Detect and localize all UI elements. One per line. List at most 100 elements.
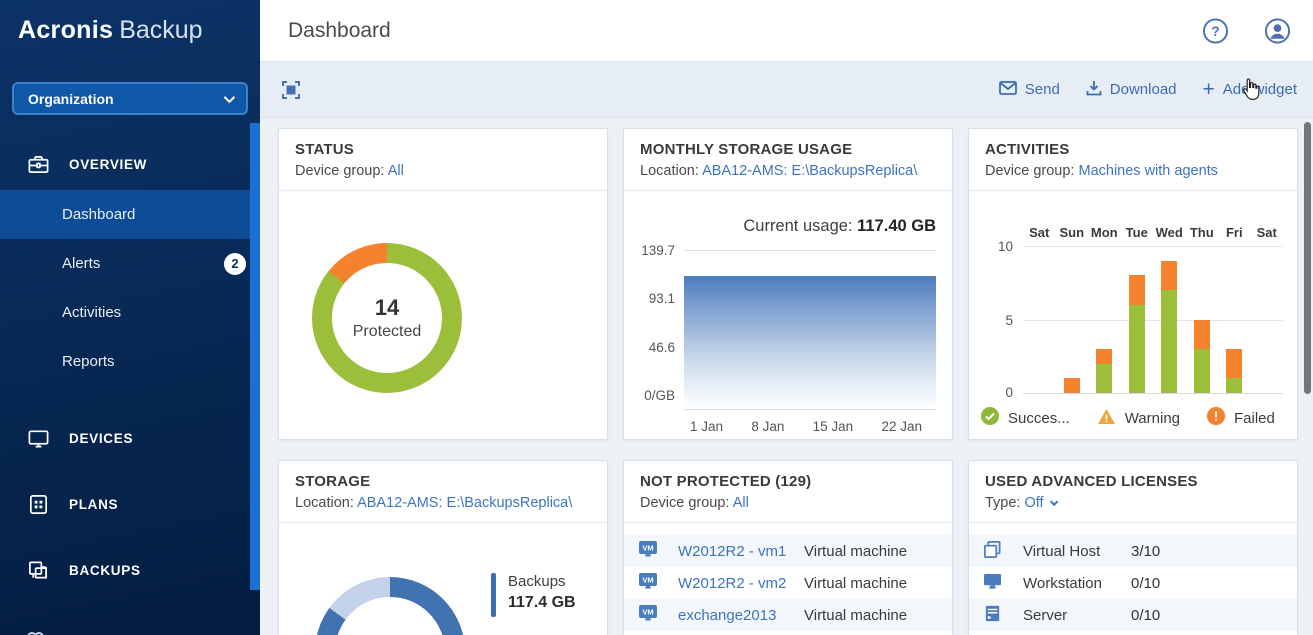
backups-icon xyxy=(27,559,50,582)
plans-icon xyxy=(27,493,50,516)
day-label: Tue xyxy=(1125,225,1148,240)
activity-bar-5 xyxy=(1193,246,1210,393)
licenses-subtitle: Type: Off xyxy=(985,495,1281,511)
activities-widget: ACTIVITIES Device group: Machines with a… xyxy=(968,128,1298,440)
acronis-backup-app: Acronis Backup Organization OVERVIEW Dash… xyxy=(0,0,1313,635)
sidebar-item-alerts[interactable]: Alerts 2 xyxy=(0,239,260,288)
overview-icon xyxy=(27,153,50,176)
status-widget: STATUS Device group: All 14 Protected xyxy=(278,128,716,440)
day-label: Mon xyxy=(1090,225,1118,240)
current-usage-value: 117.40 GB xyxy=(857,217,936,235)
not-protected-list: VM W2012R2 - vm1 Virtual machine VM W201… xyxy=(624,523,952,631)
activity-bar-7 xyxy=(1259,246,1275,393)
location-link[interactable]: ABA12-AMS: E:\BackupsReplica\ xyxy=(702,163,917,179)
sidebar-item-label: Reports xyxy=(62,353,115,370)
storage-title: STORAGE xyxy=(295,473,371,490)
sidebar-item-label: BACKUPS xyxy=(69,562,141,578)
day-label: Sat xyxy=(1029,225,1050,240)
page-scrollbar[interactable] xyxy=(1304,122,1311,394)
add-widget-button[interactable]: + Add widget xyxy=(1202,77,1297,101)
sidebar-item-backups[interactable]: BACKUPS xyxy=(0,544,260,596)
license-row[interactable]: Virtual Host 3/10 xyxy=(969,535,1297,567)
failed-circle-icon xyxy=(1207,407,1226,429)
devices-icon xyxy=(27,427,50,450)
location-link[interactable]: ABA12-AMS: E:\BackupsReplica\ xyxy=(357,495,572,511)
sidebar-item-label: DEVICES xyxy=(69,430,134,446)
activities-bars xyxy=(1023,246,1283,393)
storage-area xyxy=(684,276,936,409)
legend-failed[interactable]: Failed xyxy=(1207,407,1275,429)
protected-label: Protected xyxy=(352,323,422,340)
sidebar-item-dashboard[interactable]: Dashboard xyxy=(0,190,260,239)
machine-row[interactable]: VM exchange2013 Virtual machine xyxy=(624,599,952,631)
machine-row[interactable]: VM W2012R2 - vm2 Virtual machine xyxy=(624,567,952,599)
chevron-down-icon xyxy=(223,91,236,103)
machine-row[interactable]: VM W2012R2 - vm1 Virtual machine xyxy=(624,535,952,567)
envelope-icon xyxy=(998,80,1017,99)
legend-warning[interactable]: Warning xyxy=(1097,408,1180,429)
sidebar-item-label: Activities xyxy=(62,304,122,321)
protected-count: 14 xyxy=(374,295,400,320)
monthly-storage-title: MONTHLY STORAGE USAGE xyxy=(640,141,853,158)
sidebar-item-reports[interactable]: Reports xyxy=(0,337,260,386)
backups-value: 117.4 GB xyxy=(508,594,576,611)
sidebar-item-label: PLANS xyxy=(69,496,119,512)
activity-bar-1 xyxy=(1063,246,1080,393)
help-button[interactable]: ? xyxy=(1202,17,1229,44)
license-row[interactable]: Server 0/10 xyxy=(969,599,1297,631)
status-title: STATUS xyxy=(295,141,354,158)
sidebar-item-devices[interactable]: DEVICES xyxy=(0,412,260,464)
activities-legend: Succes... Warning Failed xyxy=(981,407,1297,429)
sidebar-item-plans[interactable]: PLANS xyxy=(0,478,260,530)
type-filter-link[interactable]: Off xyxy=(1025,495,1044,511)
activity-bar-0 xyxy=(1031,246,1047,393)
success-circle-icon xyxy=(981,407,999,429)
licenses-title: USED ADVANCED LICENSES xyxy=(985,473,1198,490)
sidebar: Acronis Backup Organization OVERVIEW Dash… xyxy=(0,0,260,635)
page-header: Dashboard ? xyxy=(260,0,1313,62)
add-widget-label: Add widget xyxy=(1222,81,1297,98)
sidebar-scrollbar[interactable] xyxy=(250,123,260,590)
plus-icon: + xyxy=(1202,77,1215,101)
user-account-button[interactable] xyxy=(1264,17,1291,44)
organization-selector[interactable]: Organization xyxy=(12,82,248,115)
sidebar-item-label: Dashboard xyxy=(62,206,136,223)
brand-bold: Acronis xyxy=(18,16,114,44)
more-icon xyxy=(27,629,51,635)
svg-text:VM: VM xyxy=(642,544,653,553)
licenses-widget: USED ADVANCED LICENSES Type: Off Virtual… xyxy=(968,460,1298,635)
alerts-count-badge: 2 xyxy=(224,252,246,275)
sidebar-item-overview[interactable]: OVERVIEW xyxy=(0,138,260,190)
activities-chart: 10 5 0 xyxy=(998,239,1283,400)
send-button[interactable]: Send xyxy=(998,80,1060,99)
sidebar-item-activities[interactable]: Activities xyxy=(0,288,260,337)
svg-text:?: ? xyxy=(1211,23,1219,38)
chevron-down-icon xyxy=(1049,497,1058,507)
vm-icon: VM xyxy=(638,572,678,594)
storage-subtitle: Location: ABA12-AMS: E:\BackupsReplica\ xyxy=(295,495,573,511)
device-group-link[interactable]: Machines with agents xyxy=(1079,163,1218,179)
download-button[interactable]: Download xyxy=(1086,80,1177,100)
legend-succeeded[interactable]: Succes... xyxy=(981,407,1070,429)
backups-label: Backups xyxy=(508,573,566,590)
activity-bar-2 xyxy=(1096,246,1113,393)
activity-bar-6 xyxy=(1226,246,1243,393)
device-group-link[interactable]: All xyxy=(388,163,404,179)
main-area: Dashboard ? Send Download + Add widget S… xyxy=(260,0,1313,635)
download-icon xyxy=(1086,80,1102,100)
organization-selector-label: Organization xyxy=(28,90,114,107)
not-protected-widget: NOT PROTECTED (129) Device group: All VM… xyxy=(623,460,953,635)
vm-icon: VM xyxy=(638,540,678,562)
server-icon xyxy=(983,604,1023,627)
day-label: Sun xyxy=(1059,225,1085,240)
status-subtitle: Device group: All xyxy=(295,163,404,179)
license-row[interactable]: Workstation 0/10 xyxy=(969,567,1297,599)
activities-title: ACTIVITIES xyxy=(985,141,1070,158)
fullscreen-button[interactable] xyxy=(282,80,300,99)
device-group-link[interactable]: All xyxy=(733,495,749,511)
dashboard-content: STATUS Device group: All 14 Protected MO… xyxy=(260,118,1313,635)
sidebar-item-label: Alerts xyxy=(62,255,101,272)
warning-triangle-icon xyxy=(1097,408,1116,429)
dashboard-toolbar: Send Download + Add widget xyxy=(260,62,1313,118)
activity-bar-4 xyxy=(1161,246,1178,393)
